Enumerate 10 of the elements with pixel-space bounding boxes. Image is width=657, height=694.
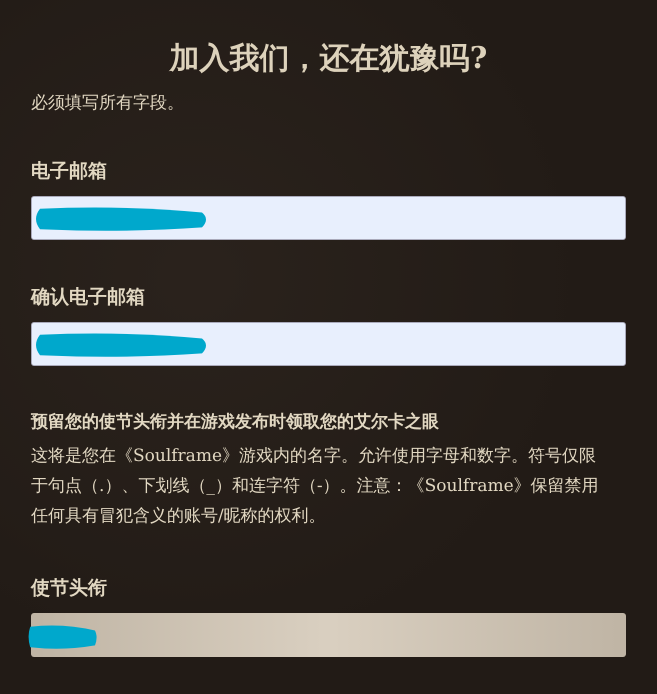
section-heading: 预留您的使节头衔并在游戏发布时领取您的艾尔卡之眼 [31,411,439,433]
field-label: 确认电子邮箱 [31,285,145,310]
input-field[interactable] [31,613,626,657]
field-label: 使节头衔 [31,576,107,601]
input-field[interactable] [31,322,626,366]
description-text: 这将是您在《Soulframe》游戏内的名字。允许使用字母和数字。符号仅限于句点（.）、下划线（_）和连字符（-）。注意：《Soulframe》保留禁用任何具有冒犯含义的账号/昵称的权利。 [31,445,600,528]
page-title: 加入我们，还在犹豫吗? [168,40,488,78]
input-field[interactable] [31,196,626,240]
field-label: 电子邮箱 [31,159,107,184]
required-note: 必须填写所有字段。 [31,92,185,114]
